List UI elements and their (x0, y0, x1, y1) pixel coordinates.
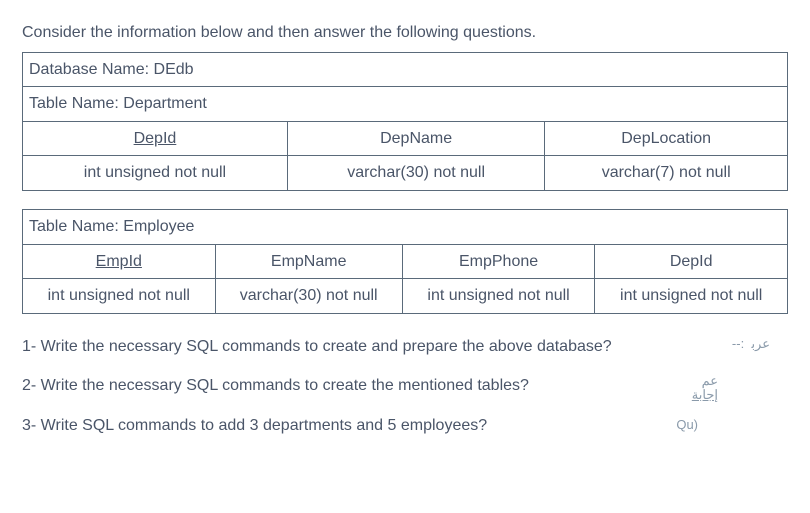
annotation-2b: ﺇﺟﺎﺑﺔ (692, 385, 718, 406)
table1-type-1: varchar(30) not null (287, 156, 544, 191)
employee-table: Table Name: Employee EmpId EmpName EmpPh… (22, 209, 788, 314)
question-1: 1- Write the necessary SQL commands to c… (22, 334, 788, 360)
table1-header-2: DepLocation (545, 121, 788, 156)
table1-header-1: DepName (287, 121, 544, 156)
table1-type-0: int unsigned not null (23, 156, 288, 191)
table2-header-1: EmpName (215, 244, 402, 279)
table2-type-1: varchar(30) not null (215, 279, 402, 314)
table2-header-2: EmpPhone (402, 244, 595, 279)
table2-header-3: DepId (595, 244, 788, 279)
department-table: Database Name: DEdb Table Name: Departme… (22, 52, 788, 191)
intro-text: Consider the information below and then … (22, 20, 788, 46)
table2-title: Table Name: Employee (23, 209, 788, 244)
table1-type-2: varchar(7) not null (545, 156, 788, 191)
questions-block: 1- Write the necessary SQL commands to c… (22, 334, 788, 439)
question-3: 3- Write SQL commands to add 3 departmen… (22, 413, 788, 439)
table2-type-3: int unsigned not null (595, 279, 788, 314)
table2-type-0: int unsigned not null (23, 279, 216, 314)
table1-header-0: DepId (23, 121, 288, 156)
table2-header-0: EmpId (23, 244, 216, 279)
question-2: 2- Write the necessary SQL commands to c… (22, 373, 788, 399)
db-name-row: Database Name: DEdb (23, 52, 788, 87)
table1-title: Table Name: Department (23, 87, 788, 122)
table2-type-2: int unsigned not null (402, 279, 595, 314)
annotation-1: --: ﻋﺮﺑ (732, 334, 770, 355)
annotation-3: Qu) (676, 415, 698, 436)
